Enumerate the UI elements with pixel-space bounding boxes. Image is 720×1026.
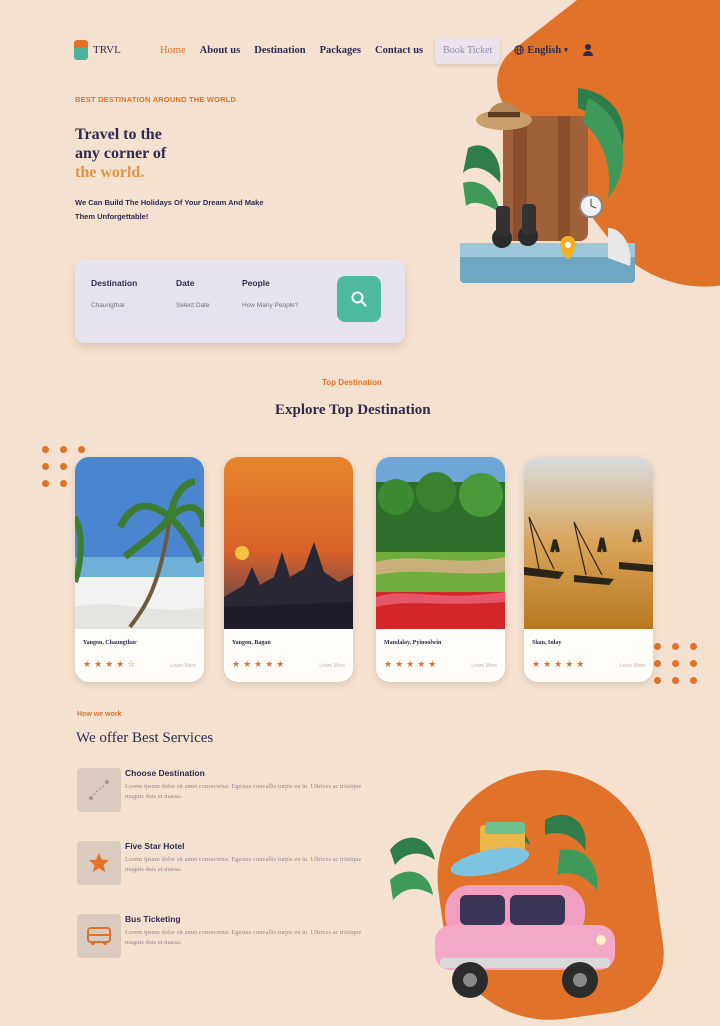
destination-card[interactable]: Mandalay, Pyinoolwin ★★★★★ Learn More [376,457,505,682]
nav-link-contact[interactable]: Contact us [375,45,423,56]
service-description: Lorem ipsum dolor sit amet consectetur. … [125,783,362,800]
hero-eyebrow: BEST DESTINATION AROUND THE WORLD [75,95,237,104]
globe-icon [514,45,525,55]
decorative-dots-right [654,643,698,684]
temple-sunset-image [224,457,353,629]
route-icon [77,768,121,812]
people-input[interactable] [242,302,327,309]
nav-link-home[interactable]: Home [160,45,186,56]
services-eyebrow: How we work [77,711,122,718]
people-field: People [242,278,327,309]
service-description: Lorem ipsum dolor sit amet consectetur. … [125,856,362,873]
nav-link-destination[interactable]: Destination [254,45,305,56]
car-travel-illustration [390,814,615,998]
hero-title: Travel to the any corner of the world. [75,125,166,182]
date-field: Date [176,278,251,309]
service-title: Five Star Hotel [125,841,185,851]
star-rating: ★★★★★ [232,659,288,669]
search-icon [351,291,367,307]
top-destination-eyebrow: Top Destination [322,378,382,387]
beach-image [75,457,204,629]
language-label: English [527,44,562,56]
services-title: We offer Best Services [76,730,214,746]
card-learn-more[interactable]: Learn More [471,663,497,669]
top-destination-title: Explore Top Destination [275,402,431,418]
service-title: Choose Destination [125,768,205,778]
bus-icon [77,914,121,958]
lake-fishermen-image [524,457,653,629]
hero-title-line2: any corner of [75,145,167,162]
date-input[interactable] [176,302,251,309]
service-item: Five Star Hotel Lorem ipsum dolor sit am… [77,841,387,891]
destination-label: Destination [91,278,138,288]
card-name: Mandalay, Pyinoolwin [384,640,442,646]
garden-image [376,457,505,629]
people-label: People [242,278,270,288]
nav-link-packages[interactable]: Packages [320,45,361,56]
nav-links: Home About us Destination Packages Conta… [160,45,423,56]
date-label: Date [176,278,195,288]
search-button[interactable] [337,276,381,322]
destination-input[interactable] [91,302,166,309]
card-name: Yangon, Bagan [232,640,271,646]
service-item: Choose Destination Lorem ipsum dolor sit… [77,768,387,818]
star-rating: ★★★★☆ [83,659,139,669]
service-item: Bus Ticketing Lorem ipsum dolor sit amet… [77,914,387,964]
language-selector[interactable]: English ▾ [514,44,568,56]
star-rating: ★★★★★ [384,659,440,669]
hero-title-accent: the world. [75,164,145,181]
nav-link-about[interactable]: About us [200,45,241,56]
star-rating: ★★★★★ [532,659,588,669]
destination-card[interactable]: Yangon, Chaungthar ★★★★☆ Learn More [75,457,204,682]
luggage-logo-icon [74,40,88,60]
hero-subtitle: We Can Build The Holidays Of Your Dream … [75,198,264,221]
destination-card[interactable]: Yangon, Bagan ★★★★★ Learn More [224,457,353,682]
search-card: Destination Date People [75,260,405,343]
card-learn-more[interactable]: Learn More [170,663,196,669]
star-icon [77,841,121,885]
card-learn-more[interactable]: Learn More [319,663,345,669]
page: TRVL Home About us Destination Packages … [0,0,720,1026]
travel-gear-illustration [460,88,635,283]
hero-title-line1: Travel to the [75,126,162,143]
logo-text: TRVL [93,44,121,56]
user-icon[interactable] [582,44,594,56]
card-name: Shan, Inlay [532,640,562,646]
card-learn-more[interactable]: Learn More [619,663,645,669]
book-ticket-button[interactable]: Book Ticket [435,36,501,64]
card-name: Yangon, Chaungthar [83,640,137,646]
destination-card[interactable]: Shan, Inlay ★★★★★ Learn More [524,457,653,682]
destination-field: Destination [91,278,166,309]
service-description: Lorem ipsum dolor sit amet consectetur. … [125,929,362,946]
chevron-down-icon: ▾ [564,46,568,54]
logo[interactable]: TRVL [74,40,156,60]
service-title: Bus Ticketing [125,914,181,924]
navbar: TRVL Home About us Destination Packages … [74,32,650,68]
